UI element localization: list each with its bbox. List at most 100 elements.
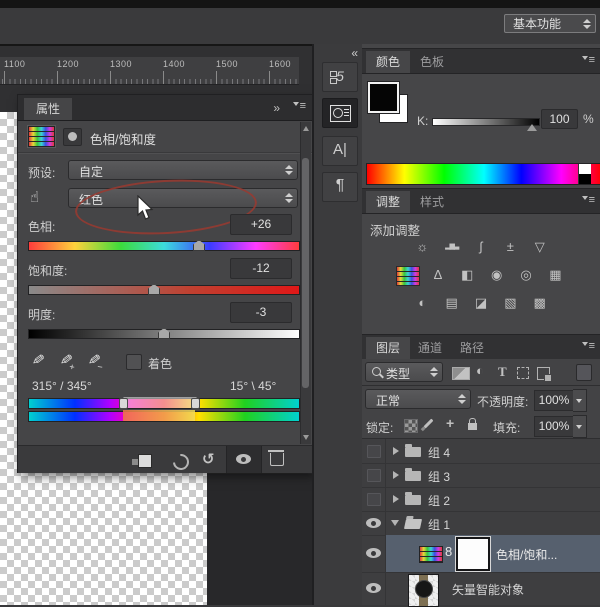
visibility-well[interactable]: [362, 439, 386, 463]
fill-value-field[interactable]: 100%: [534, 416, 574, 437]
clip-adjustment-icon[interactable]: [138, 454, 152, 468]
visibility-well[interactable]: [362, 535, 386, 572]
lightness-slider[interactable]: [28, 329, 300, 339]
scrollbar[interactable]: [300, 122, 311, 444]
threshold-icon[interactable]: ◪: [470, 294, 492, 312]
hue-value-field[interactable]: +26: [230, 214, 292, 235]
targeted-adjustment-hand-icon[interactable]: ☝: [30, 188, 39, 206]
clip-to-layer-icon[interactable]: [63, 128, 82, 146]
workspace-switcher[interactable]: 基本功能: [504, 14, 596, 33]
collapse-panel-icon[interactable]: »: [273, 101, 278, 115]
vibrance-icon[interactable]: ▽: [529, 238, 551, 256]
visibility-well[interactable]: [362, 463, 386, 487]
tab-color[interactable]: 颜色: [366, 51, 410, 73]
tab-channels[interactable]: 通道: [408, 337, 452, 359]
lock-all-icon[interactable]: [468, 423, 477, 430]
k-channel-slider[interactable]: [432, 118, 540, 126]
panel-menu-icon[interactable]: ≡: [582, 340, 595, 352]
fill-dropdown-icon[interactable]: [573, 415, 587, 438]
layer-visibility-toggle[interactable]: [226, 446, 262, 473]
selective-color-icon[interactable]: ▩: [529, 294, 551, 312]
reset-icon[interactable]: ↺: [202, 450, 215, 468]
blend-mode-dropdown[interactable]: 正常: [365, 389, 471, 409]
channel-mixer-icon[interactable]: ◎: [515, 266, 537, 284]
range-knob-right[interactable]: [191, 398, 200, 409]
smart-object-thumbnail[interactable]: [408, 574, 439, 607]
info-panel-icon[interactable]: [322, 98, 358, 128]
eyedropper-add-icon[interactable]: ✎+: [59, 350, 74, 370]
group-name[interactable]: 组 1: [428, 516, 450, 533]
tab-paths[interactable]: 路径: [450, 337, 494, 359]
hue-slider-handle[interactable]: [193, 240, 205, 251]
eye-icon[interactable]: [366, 518, 381, 528]
brightness-contrast-icon[interactable]: ☼: [411, 238, 433, 256]
scrollbar-thumb[interactable]: [302, 158, 309, 388]
black-swatch[interactable]: [578, 174, 591, 184]
layer-mask-thumbnail[interactable]: [456, 537, 490, 571]
black-white-icon[interactable]: ◧: [456, 266, 478, 284]
filter-shape-layers-icon[interactable]: [517, 367, 529, 379]
horizontal-ruler[interactable]: 1100 1200 1300 1400 1500 1600: [0, 57, 299, 85]
opacity-dropdown-icon[interactable]: [573, 389, 587, 412]
lock-image-pixels-icon[interactable]: [424, 419, 434, 429]
opacity-value-field[interactable]: 100%: [534, 390, 574, 411]
color-spectrum-ramp[interactable]: [366, 163, 600, 185]
filter-image-layers-icon[interactable]: [452, 367, 470, 380]
filter-smart-object-layers-icon[interactable]: [537, 367, 550, 380]
levels-icon[interactable]: ▂▆▃: [441, 238, 463, 256]
posterize-icon[interactable]: ▤: [441, 294, 463, 312]
k-slider-handle[interactable]: [527, 124, 537, 131]
layer-group-row[interactable]: 组 4: [362, 439, 600, 464]
expand-right-icon[interactable]: [393, 495, 399, 503]
foreground-color-swatch[interactable]: [368, 82, 399, 113]
scroll-down-icon[interactable]: [303, 435, 309, 440]
hue-saturation-icon[interactable]: [396, 266, 420, 286]
lock-transparent-pixels-icon[interactable]: [404, 419, 418, 433]
curves-icon[interactable]: ʃ: [470, 238, 492, 256]
filter-switch-icon[interactable]: [576, 364, 592, 381]
tab-properties[interactable]: 属性: [24, 98, 72, 120]
hue-slider[interactable]: [28, 241, 300, 251]
character-panel-icon[interactable]: A|: [322, 136, 358, 166]
lightness-value-field[interactable]: -3: [230, 302, 292, 323]
invert-icon[interactable]: ◐: [411, 294, 433, 312]
expand-right-icon[interactable]: [393, 471, 399, 479]
expand-dock-icon[interactable]: «: [351, 46, 356, 60]
layer-name[interactable]: 矢量智能对象: [452, 581, 524, 598]
group-name[interactable]: 组 3: [428, 468, 450, 485]
paragraph-panel-icon[interactable]: ¶: [322, 172, 358, 202]
layer-row[interactable]: 矢量智能对象: [362, 572, 600, 605]
view-previous-state-icon[interactable]: [170, 451, 193, 474]
eyedropper-icon[interactable]: ✎: [31, 350, 46, 370]
range-knob-left[interactable]: [119, 398, 128, 409]
layer-group-row[interactable]: 组 2: [362, 487, 600, 512]
layer-row-selected[interactable]: 8 色相/饱和...: [362, 535, 600, 573]
tab-layers[interactable]: 图层: [366, 337, 410, 359]
layer-name[interactable]: 色相/饱和...: [496, 546, 557, 563]
tab-styles[interactable]: 样式: [410, 191, 454, 213]
panel-menu-icon[interactable]: ≡: [293, 100, 306, 112]
filter-adjustment-layers-icon[interactable]: ◐: [476, 363, 484, 378]
lightness-slider-handle[interactable]: [158, 328, 170, 339]
expand-right-icon[interactable]: [393, 447, 399, 455]
saturation-slider[interactable]: [28, 285, 300, 295]
visibility-well[interactable]: [362, 487, 386, 511]
mask-link-icon[interactable]: 8: [445, 544, 452, 559]
layer-group-row[interactable]: 组 3: [362, 463, 600, 488]
eye-icon[interactable]: [366, 583, 381, 593]
colorize-checkbox[interactable]: [126, 354, 142, 370]
tab-swatches[interactable]: 色板: [410, 51, 454, 73]
saturation-value-field[interactable]: -12: [230, 258, 292, 279]
tab-adjustments[interactable]: 调整: [366, 191, 410, 213]
adjustment-layer-thumbnail[interactable]: [419, 546, 443, 563]
scroll-up-icon[interactable]: [303, 126, 309, 131]
preset-dropdown[interactable]: 自定: [68, 160, 298, 180]
history-panel-icon[interactable]: 5: [322, 62, 358, 92]
k-value-field[interactable]: 100: [541, 109, 578, 129]
panel-menu-icon[interactable]: ≡: [582, 54, 595, 66]
saturation-slider-handle[interactable]: [148, 284, 160, 295]
group-name[interactable]: 组 4: [428, 444, 450, 461]
exposure-icon[interactable]: ±: [499, 238, 521, 256]
white-swatch[interactable]: [578, 164, 591, 174]
photo-filter-icon[interactable]: ◉: [486, 266, 508, 284]
